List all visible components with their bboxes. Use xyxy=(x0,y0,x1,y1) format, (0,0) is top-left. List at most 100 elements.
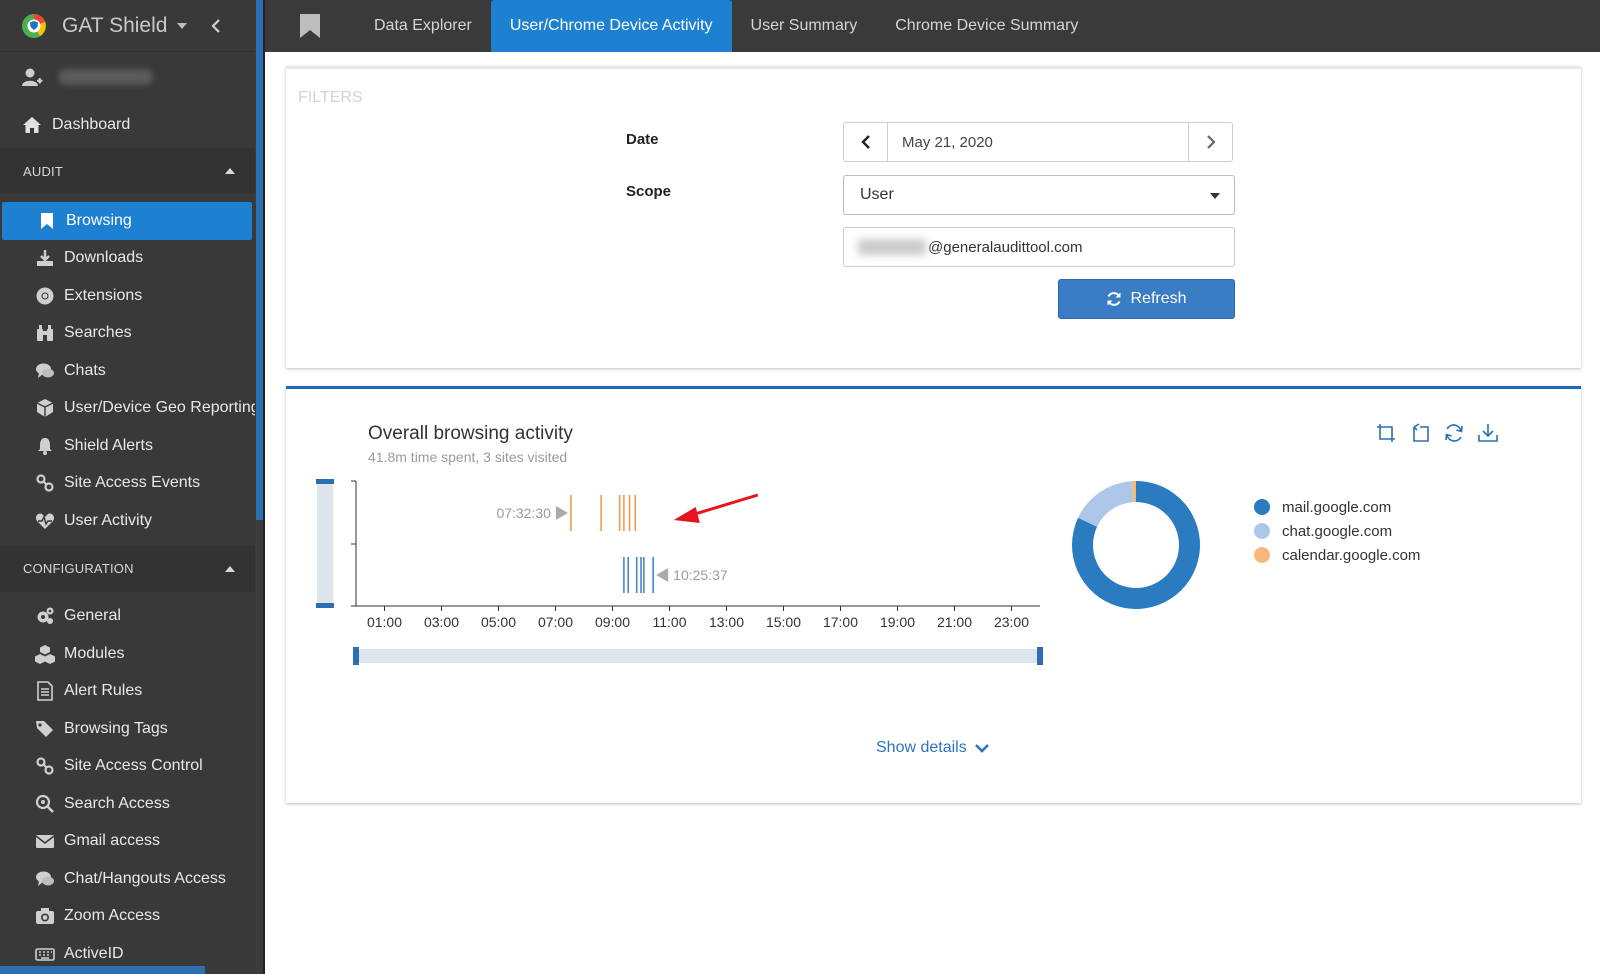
tab-user-chrome-device-activity[interactable]: User/Chrome Device Activity xyxy=(490,0,732,52)
sidebar-item-label: Site Access Control xyxy=(64,757,203,775)
sidebar-item-label: Gmail access xyxy=(64,832,161,850)
sidebar-item-label: Downloads xyxy=(64,249,144,267)
brand-header: GAT Shield xyxy=(0,0,255,52)
legend-item-mail-google-com[interactable]: mail.google.com xyxy=(1254,495,1420,519)
chart-subtitle: 41.8m time spent, 3 sites visited xyxy=(368,449,568,465)
sidebar-item-chats[interactable]: Chats xyxy=(0,352,255,390)
sidebar-item-label: Shield Alerts xyxy=(64,436,153,454)
sidebar-item-downloads[interactable]: Downloads xyxy=(0,240,255,278)
scope-select[interactable]: User xyxy=(843,175,1235,215)
bookmark-icon xyxy=(300,14,320,38)
previous-date-button[interactable] xyxy=(844,123,888,161)
sidebar-item-label: Chat/Hangouts Access xyxy=(64,869,226,887)
sidebar-scroll-indicator xyxy=(0,966,205,974)
app-name[interactable]: GAT Shield xyxy=(62,14,167,38)
chrome-icon xyxy=(36,287,54,305)
x-tick-label: 13:00 xyxy=(709,614,744,630)
zoom-reset-icon[interactable] xyxy=(1410,423,1430,443)
range-start-marker-icon xyxy=(555,506,568,520)
sidebar-item-label: Site Access Events xyxy=(64,474,201,492)
date-label: Date xyxy=(626,131,659,148)
bookmark-icon xyxy=(41,212,53,229)
tab-user-summary[interactable]: User Summary xyxy=(732,0,877,52)
donut-slice-chat-google-com[interactable] xyxy=(1078,481,1134,527)
bell-icon xyxy=(38,437,52,455)
legend-color-dot xyxy=(1254,547,1270,563)
horizontal-zoom-handle-left xyxy=(353,647,359,665)
vertical-zoom-track xyxy=(317,481,333,605)
sidebar-item-site-access-control[interactable]: Site Access Control xyxy=(0,748,255,786)
date-input[interactable]: May 21, 2020 xyxy=(888,123,1188,161)
legend-color-dot xyxy=(1254,499,1270,515)
restore-icon[interactable] xyxy=(1444,423,1464,443)
sidebar-item-modules[interactable]: Modules xyxy=(0,635,255,673)
refresh-button[interactable]: Refresh xyxy=(1058,279,1235,319)
dropdown-arrow-icon xyxy=(1210,193,1220,199)
sidebar: GAT Shield Dashboard AUDIT Browsing Downl… xyxy=(0,0,255,974)
sidebar-item-shield-alerts[interactable]: Shield Alerts xyxy=(0,427,255,465)
collapse-sidebar-icon[interactable] xyxy=(209,18,223,33)
sidebar-item-extensions[interactable]: Extensions xyxy=(0,277,255,315)
legend-item-chat-google-com[interactable]: chat.google.com xyxy=(1254,519,1420,543)
configuration-section-header[interactable]: CONFIGURATION xyxy=(0,545,255,592)
sidebar-item-general[interactable]: General xyxy=(0,598,255,636)
sidebar-item-chat-hangouts-access[interactable]: Chat/Hangouts Access xyxy=(0,860,255,898)
sidebar-item-search-access[interactable]: Search Access xyxy=(0,785,255,823)
email-input[interactable]: @generalaudittool.com xyxy=(843,227,1235,267)
horizontal-zoom-handle-right xyxy=(1037,647,1043,665)
sidebar-item-user-device-geo-reporting[interactable]: User/Device Geo Reporting xyxy=(0,390,255,428)
app-menu-caret-icon[interactable] xyxy=(177,22,188,29)
x-tick-label: 03:00 xyxy=(424,614,459,630)
sidebar-item-user-activity[interactable]: User Activity xyxy=(0,502,255,540)
sidebar-item-label: User Activity xyxy=(64,511,153,529)
link-icon xyxy=(36,474,54,492)
sidebar-item-label: Browsing Tags xyxy=(64,719,168,737)
current-user[interactable] xyxy=(0,52,255,102)
sidebar-item-label: Browsing xyxy=(66,211,132,229)
tab-chrome-device-summary[interactable]: Chrome Device Summary xyxy=(876,0,1097,52)
x-tick-label: 11:00 xyxy=(653,614,687,630)
sidebar-item-label: Chats xyxy=(64,361,106,379)
sidebar-item-label: Extensions xyxy=(64,286,143,304)
range-end-label: 10:25:37 xyxy=(673,567,728,583)
collapse-section-icon xyxy=(225,565,235,572)
legend-color-dot xyxy=(1254,523,1270,539)
user-icon xyxy=(22,68,43,86)
x-tick-label: 07:00 xyxy=(538,614,573,630)
x-tick-label: 19:00 xyxy=(880,614,915,630)
camera-icon xyxy=(36,908,54,925)
sidebar-item-site-access-events[interactable]: Site Access Events xyxy=(0,465,255,503)
horizontal-zoom-track xyxy=(356,649,1040,663)
audit-section-header[interactable]: AUDIT xyxy=(0,148,255,194)
zoom-area-icon[interactable] xyxy=(1376,423,1396,443)
cube-icon xyxy=(36,399,54,418)
binoculars-icon xyxy=(37,325,53,342)
legend-item-calendar-google-com[interactable]: calendar.google.com xyxy=(1254,543,1420,567)
sidebar-item-zoom-access[interactable]: Zoom Access xyxy=(0,898,255,936)
heartbeat-icon xyxy=(35,513,55,529)
scope-selected-value: User xyxy=(860,186,894,203)
vertical-zoom-handle-bottom xyxy=(316,603,334,608)
bookmark-nav-button[interactable] xyxy=(265,0,355,52)
donut-legend: mail.google.com chat.google.com calendar.g… xyxy=(1254,495,1420,567)
sidebar-item-label: Zoom Access xyxy=(64,907,161,925)
sidebar-item-dashboard[interactable]: Dashboard xyxy=(0,102,255,148)
download-image-icon[interactable] xyxy=(1478,423,1498,443)
sidebar-item-gmail-access[interactable]: Gmail access xyxy=(0,823,255,861)
filters-panel: FILTERS Date May 21, 2020 Scope User @ge… xyxy=(286,66,1581,368)
email-domain-text: @generalaudittool.com xyxy=(928,238,1083,256)
x-tick-label: 09:00 xyxy=(595,614,630,630)
sidebar-item-browsing-tags[interactable]: Browsing Tags xyxy=(0,710,255,748)
collapse-section-icon xyxy=(225,168,235,174)
range-end-marker-icon xyxy=(656,568,669,582)
refresh-button-label: Refresh xyxy=(1130,290,1187,307)
sidebar-item-alert-rules[interactable]: Alert Rules xyxy=(0,673,255,711)
show-details-link[interactable]: Show details xyxy=(876,739,989,757)
sidebar-scrollbar[interactable] xyxy=(255,0,265,974)
username-redacted xyxy=(58,69,153,85)
sidebar-item-searches[interactable]: Searches xyxy=(0,315,255,353)
next-date-button[interactable] xyxy=(1188,123,1232,161)
audit-menu: Browsing Downloads Extensions Searches Chats… xyxy=(0,194,255,540)
tab-data-explorer[interactable]: Data Explorer xyxy=(355,0,491,52)
sidebar-item-browsing[interactable]: Browsing xyxy=(2,202,252,240)
